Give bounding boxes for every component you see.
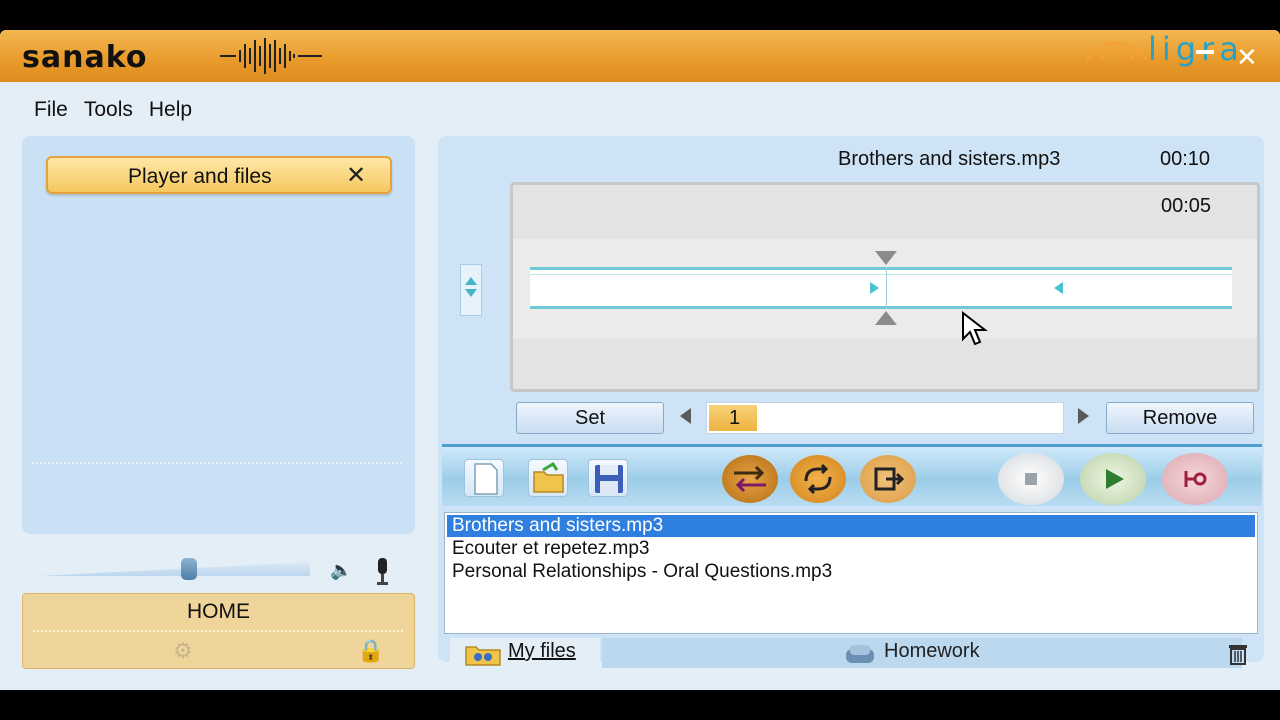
mouse-pointer-icon xyxy=(962,311,988,346)
previous-segment-icon[interactable] xyxy=(680,408,691,424)
home-panel: HOME ⚙ 🔒 xyxy=(22,593,415,669)
tab-my-files[interactable]: My files xyxy=(450,638,600,668)
speaker-icon[interactable]: 🔈 xyxy=(330,560,352,581)
position-time: 00:05 xyxy=(1161,195,1212,217)
segment-end-marker[interactable] xyxy=(1054,282,1064,294)
home-label: HOME xyxy=(187,600,250,623)
position-marker-bottom[interactable] xyxy=(875,311,897,325)
track-height-handle[interactable] xyxy=(460,264,482,316)
app-logo: sanako xyxy=(22,40,148,75)
list-item[interactable]: Personal Relationships - Oral Questions.… xyxy=(447,561,1255,583)
lock-icon[interactable]: 🔒 xyxy=(357,638,384,664)
close-window-button[interactable]: ✕ xyxy=(1236,44,1258,70)
total-time: 00:10 xyxy=(1160,148,1211,170)
segment-number[interactable]: 1 xyxy=(709,405,757,431)
microphone-icon[interactable] xyxy=(372,556,392,586)
left-panel: Player and files ✕ xyxy=(22,136,415,534)
next-segment-icon[interactable] xyxy=(1078,408,1089,424)
swap-icon[interactable] xyxy=(722,455,778,503)
list-item[interactable]: Ecouter et repetez.mp3 xyxy=(447,538,1255,560)
arrow-up-icon xyxy=(465,277,477,285)
segment-bar[interactable]: 1 xyxy=(706,402,1064,434)
playhead-line xyxy=(886,267,887,309)
menu-bar: File Tools Help xyxy=(30,96,196,124)
file-list[interactable]: Brothers and sisters.mp3 Ecouter et repe… xyxy=(444,512,1258,634)
play-button[interactable] xyxy=(1080,453,1146,505)
record-button[interactable] xyxy=(1162,453,1228,505)
track-line xyxy=(530,274,1232,275)
app-window: sanako ligra ✕ File Tools Help Player an… xyxy=(0,30,1280,690)
list-item[interactable]: Brothers and sisters.mp3 xyxy=(447,515,1255,537)
toolbar xyxy=(442,444,1262,506)
arrow-down-icon xyxy=(465,289,477,297)
ligra-watermark: ligra xyxy=(1148,30,1244,68)
repeat-icon[interactable] xyxy=(790,455,846,503)
audio-track[interactable] xyxy=(530,267,1232,309)
waveform-logo-icon xyxy=(220,38,322,74)
player-and-files-tab[interactable]: Player and files ✕ xyxy=(46,156,392,194)
divider xyxy=(33,630,403,632)
save-icon[interactable] xyxy=(588,459,628,497)
menu-help[interactable]: Help xyxy=(145,96,196,124)
remove-button[interactable]: Remove xyxy=(1106,402,1254,434)
menu-file[interactable]: File xyxy=(30,96,72,124)
current-file-name: Brothers and sisters.mp3 xyxy=(838,148,1061,170)
bottom-tabs: My files Homework xyxy=(442,638,1262,668)
waveform-area[interactable]: 00:05 xyxy=(510,182,1260,392)
open-folder-icon[interactable] xyxy=(528,459,568,497)
position-marker-top[interactable] xyxy=(875,251,897,265)
menu-tools[interactable]: Tools xyxy=(80,96,137,124)
trash-icon[interactable] xyxy=(1226,642,1250,666)
title-bar: sanako ligra ✕ xyxy=(0,30,1280,82)
minimize-button[interactable] xyxy=(1196,50,1214,54)
player-panel: Brothers and sisters.mp3 00:10 00:05 Set xyxy=(438,136,1264,668)
stop-button[interactable] xyxy=(998,453,1064,505)
ligra-logo-icon xyxy=(1085,41,1149,61)
divider xyxy=(32,462,402,464)
segment-start-marker[interactable] xyxy=(869,282,879,294)
users-icon[interactable]: ⚙ xyxy=(173,638,193,664)
close-tab-icon[interactable]: ✕ xyxy=(346,161,366,190)
my-files-label: My files xyxy=(508,640,576,662)
new-file-icon[interactable] xyxy=(464,459,504,497)
tab-homework[interactable]: Homework xyxy=(602,638,1242,668)
export-icon[interactable] xyxy=(860,455,916,503)
volume-slider-knob[interactable] xyxy=(180,558,197,580)
player-and-files-label: Player and files xyxy=(128,165,272,188)
set-button[interactable]: Set xyxy=(516,402,664,434)
my-files-icon xyxy=(465,646,501,666)
homework-icon xyxy=(846,645,874,663)
homework-label: Homework xyxy=(884,640,980,662)
volume-slider[interactable] xyxy=(40,562,310,576)
